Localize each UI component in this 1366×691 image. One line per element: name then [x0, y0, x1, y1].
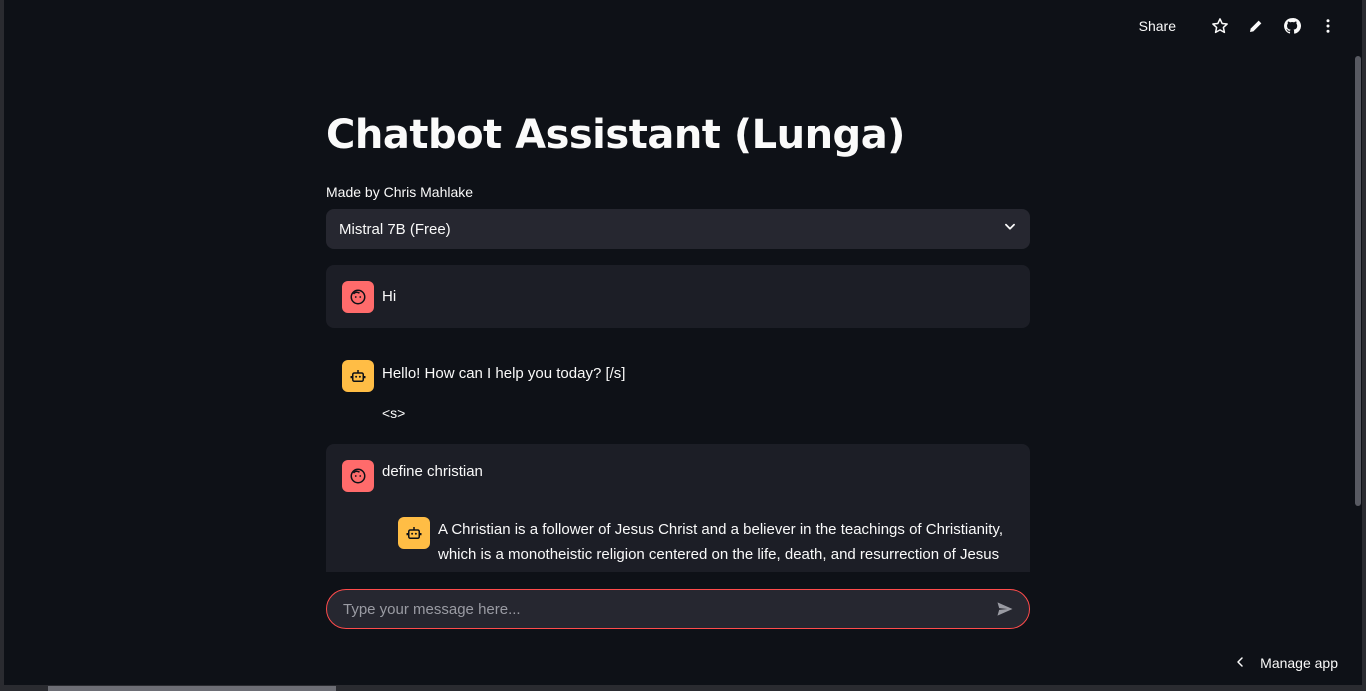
scrollbar-thumb[interactable]: [1355, 56, 1361, 506]
chat-input[interactable]: [327, 599, 993, 619]
manage-app-label: Manage app: [1260, 655, 1338, 671]
message-text: Hello! How can I help you today? [/s]: [382, 365, 626, 382]
star-icon[interactable]: [1208, 14, 1232, 38]
message-text-line: which is a monotheistic religion centere…: [438, 546, 1000, 563]
user-face-icon: [342, 281, 374, 313]
robot-icon: [342, 360, 374, 392]
user-face-icon: [342, 460, 374, 492]
app-window: Share Chatbot Assistant (Lunga) Made by …: [4, 0, 1362, 685]
robot-icon: [398, 517, 430, 549]
model-select-value: Mistral 7B (Free): [339, 220, 451, 238]
top-toolbar: Share: [1139, 14, 1340, 38]
model-select[interactable]: Mistral 7B (Free): [326, 209, 1030, 249]
chat-message-assistant: Hello! How can I help you today? [/s] <s…: [326, 344, 1030, 444]
author-caption: Made by Chris Mahlake: [326, 184, 474, 200]
pencil-icon[interactable]: [1244, 14, 1268, 38]
message-text: define christian: [382, 463, 483, 480]
message-extra-text: <s>: [382, 405, 406, 421]
more-vertical-icon[interactable]: [1316, 14, 1340, 38]
chevron-down-icon: [1003, 220, 1017, 239]
manage-app-button[interactable]: Manage app: [1234, 655, 1338, 671]
chat-input-container: [326, 589, 1030, 629]
message-text-line: A Christian is a follower of Jesus Chris…: [438, 521, 1003, 538]
window-scroll-indicator: [48, 686, 336, 691]
send-icon[interactable]: [993, 597, 1017, 621]
chevron-left-icon: [1234, 655, 1246, 671]
chat-history[interactable]: Hi Hello! How can I help you today? [/s]…: [326, 265, 1030, 572]
scrollbar[interactable]: [1354, 56, 1362, 506]
share-button[interactable]: Share: [1139, 18, 1176, 34]
page-title: Chatbot Assistant (Lunga): [326, 112, 905, 158]
chat-message-user: Hi: [326, 265, 1030, 328]
message-text: Hi: [382, 288, 397, 305]
github-icon[interactable]: [1280, 14, 1304, 38]
chat-message-user: define christian A Christian is a follow…: [326, 444, 1030, 572]
